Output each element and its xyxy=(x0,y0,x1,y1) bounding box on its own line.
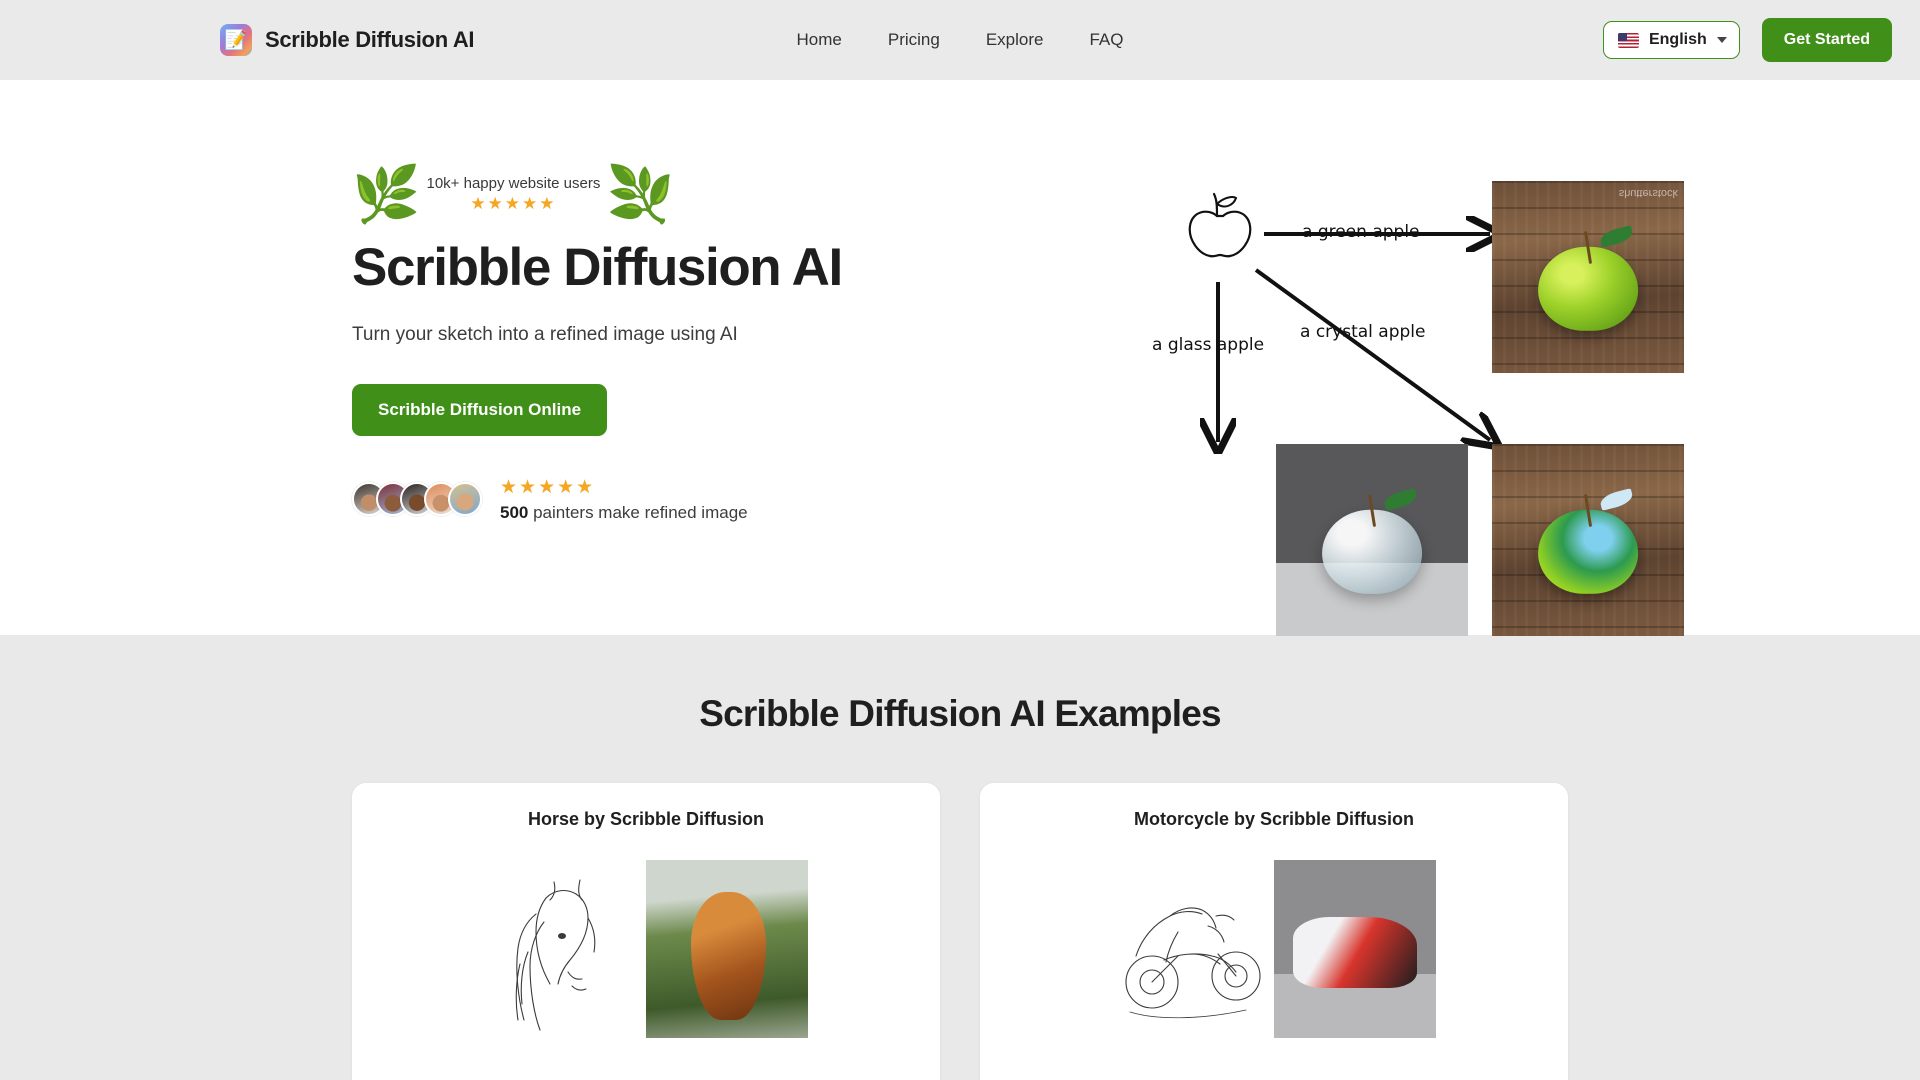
arrow-label-crystal-apple: a crystal apple xyxy=(1300,322,1426,342)
nav-link-explore[interactable]: Explore xyxy=(986,30,1044,50)
site-header: 📝 Scribble Diffusion AI Home Pricing Exp… xyxy=(0,0,1920,80)
arrow-label-green-apple: a green apple xyxy=(1302,222,1420,242)
result-image-motorcycle xyxy=(1274,860,1436,1038)
badge-stars: ★★★★★ xyxy=(470,193,557,213)
memo-pencil-icon: 📝 xyxy=(220,24,252,56)
hero-copy: 🌿 10k+ happy website users ★★★★★ 🌿 Scrib… xyxy=(352,163,1052,523)
example-card-images xyxy=(980,860,1568,1038)
scribble-diffusion-online-button[interactable]: Scribble Diffusion Online xyxy=(352,383,608,436)
example-card-images xyxy=(352,860,940,1038)
avatar xyxy=(448,482,482,517)
brand-logo-link[interactable]: 📝 Scribble Diffusion AI xyxy=(220,24,475,56)
nav-link-home[interactable]: Home xyxy=(797,30,842,50)
avatar-group xyxy=(352,482,482,517)
laurel-wreath-left-icon: 🌿 xyxy=(352,163,421,225)
painters-count-suffix: painters make refined image xyxy=(528,502,748,522)
examples-card-list: Horse by Scribble Diffusion Motorcycle b… xyxy=(0,783,1920,1080)
us-flag-icon xyxy=(1617,32,1639,48)
hero-subtitle: Turn your sketch into a refined image us… xyxy=(352,323,738,345)
header-actions: English Get Started xyxy=(1602,18,1892,62)
sketch-image-motorcycle xyxy=(1112,860,1274,1038)
examples-title: Scribble Diffusion AI Examples xyxy=(699,693,1221,734)
nav-link-faq[interactable]: FAQ xyxy=(1089,30,1123,50)
brand-name: Scribble Diffusion AI xyxy=(265,27,475,52)
painters-count-text: 500 painters make refined image xyxy=(500,503,748,523)
laurel-wreath-right-icon: 🌿 xyxy=(606,163,675,225)
example-card-title: Motorcycle by Scribble Diffusion xyxy=(1133,809,1415,829)
social-proof-badge: 🌿 10k+ happy website users ★★★★★ 🌿 xyxy=(352,163,1052,225)
social-stars: ★★★★★ xyxy=(500,476,596,498)
hero-section: 🌿 10k+ happy website users ★★★★★ 🌿 Scrib… xyxy=(0,80,1920,636)
main-navigation: Home Pricing Explore FAQ xyxy=(797,30,1124,50)
illustration-arrows xyxy=(1152,172,1792,652)
generated-image-glass-apple xyxy=(1276,444,1468,636)
example-card-motorcycle[interactable]: Motorcycle by Scribble Diffusion xyxy=(980,783,1568,1080)
result-image-horse xyxy=(646,860,808,1038)
generated-image-green-apple: shutterstock xyxy=(1492,181,1684,373)
hero-illustration: a green apple a glass apple a crystal ap… xyxy=(1152,172,1792,652)
examples-section: Scribble Diffusion AI Examples Horse by … xyxy=(0,635,1920,1080)
language-label: English xyxy=(1648,31,1707,48)
generated-image-crystal-apple xyxy=(1492,444,1684,636)
painters-count: 500 xyxy=(500,502,529,522)
arrow-label-glass-apple: a glass apple xyxy=(1152,335,1265,355)
chevron-down-icon xyxy=(1716,37,1727,43)
language-selector[interactable]: English xyxy=(1602,21,1740,59)
get-started-button[interactable]: Get Started xyxy=(1761,18,1892,62)
example-card-title: Horse by Scribble Diffusion xyxy=(527,809,765,829)
badge-text: 10k+ happy website users xyxy=(426,174,601,192)
image-watermark: shutterstock xyxy=(1618,187,1678,199)
nav-link-pricing[interactable]: Pricing xyxy=(888,30,940,50)
painters-social-proof: ★★★★★ 500 painters make refined image xyxy=(352,476,1052,523)
example-card-horse[interactable]: Horse by Scribble Diffusion xyxy=(352,783,940,1080)
sketch-image-horse xyxy=(484,860,646,1038)
page-title: Scribble Diffusion AI xyxy=(352,238,843,297)
